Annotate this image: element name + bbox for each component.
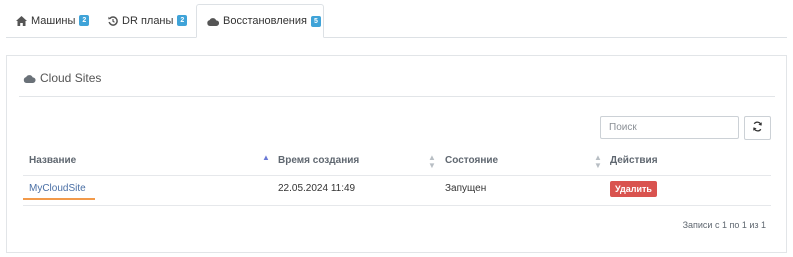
- tab-machines[interactable]: Машины 2: [6, 4, 94, 37]
- cloud-icon: [23, 74, 36, 83]
- panel-divider: [19, 96, 775, 97]
- tab-recoveries-label: Восстановления: [223, 15, 307, 27]
- refresh-icon: [752, 119, 763, 137]
- header-divider: [23, 175, 771, 176]
- refresh-button[interactable]: [744, 116, 771, 140]
- tab-bar: Машины 2 DR планы 2 Восстановления 5: [6, 4, 787, 38]
- cloud-icon: [207, 17, 219, 26]
- tab-recoveries[interactable]: Восстановления 5: [196, 4, 324, 38]
- tab-machines-label: Машины: [31, 14, 76, 27]
- site-name-link[interactable]: MyCloudSite: [29, 183, 86, 194]
- sort-icon[interactable]: ▲ ▼: [594, 154, 602, 170]
- tab-machines-badge: 2: [79, 15, 90, 26]
- column-header-actions: Действия: [610, 155, 658, 166]
- sort-icon[interactable]: ▲ ▼: [428, 154, 436, 170]
- column-header-state[interactable]: Состояние: [445, 155, 498, 166]
- row-underline: [23, 198, 95, 200]
- history-icon: [108, 15, 118, 26]
- sort-asc-icon[interactable]: ▲: [262, 154, 270, 162]
- created-cell: 22.05.2024 11:49: [278, 183, 356, 194]
- tab-dr-plans-label: DR планы: [122, 14, 174, 27]
- state-cell: Запущен: [445, 183, 487, 194]
- panel-title-text: Cloud Sites: [40, 71, 102, 85]
- cloud-sites-panel: Cloud Sites Название ▲ Время создания ▲▼…: [6, 55, 787, 253]
- panel-title: Cloud Sites: [23, 71, 101, 85]
- pagination-info: Записи с 1 по 1 из 1: [682, 220, 766, 230]
- home-icon: [16, 15, 27, 26]
- delete-button[interactable]: Удалить: [610, 181, 657, 197]
- tab-dr-plans[interactable]: DR планы 2: [98, 4, 198, 37]
- tab-dr-plans-badge: 2: [177, 15, 188, 26]
- column-header-created[interactable]: Время создания: [278, 155, 359, 166]
- column-header-name[interactable]: Название: [29, 155, 76, 166]
- tab-recoveries-badge: 5: [310, 15, 321, 27]
- search-input[interactable]: [600, 116, 739, 139]
- row-divider: [23, 205, 771, 206]
